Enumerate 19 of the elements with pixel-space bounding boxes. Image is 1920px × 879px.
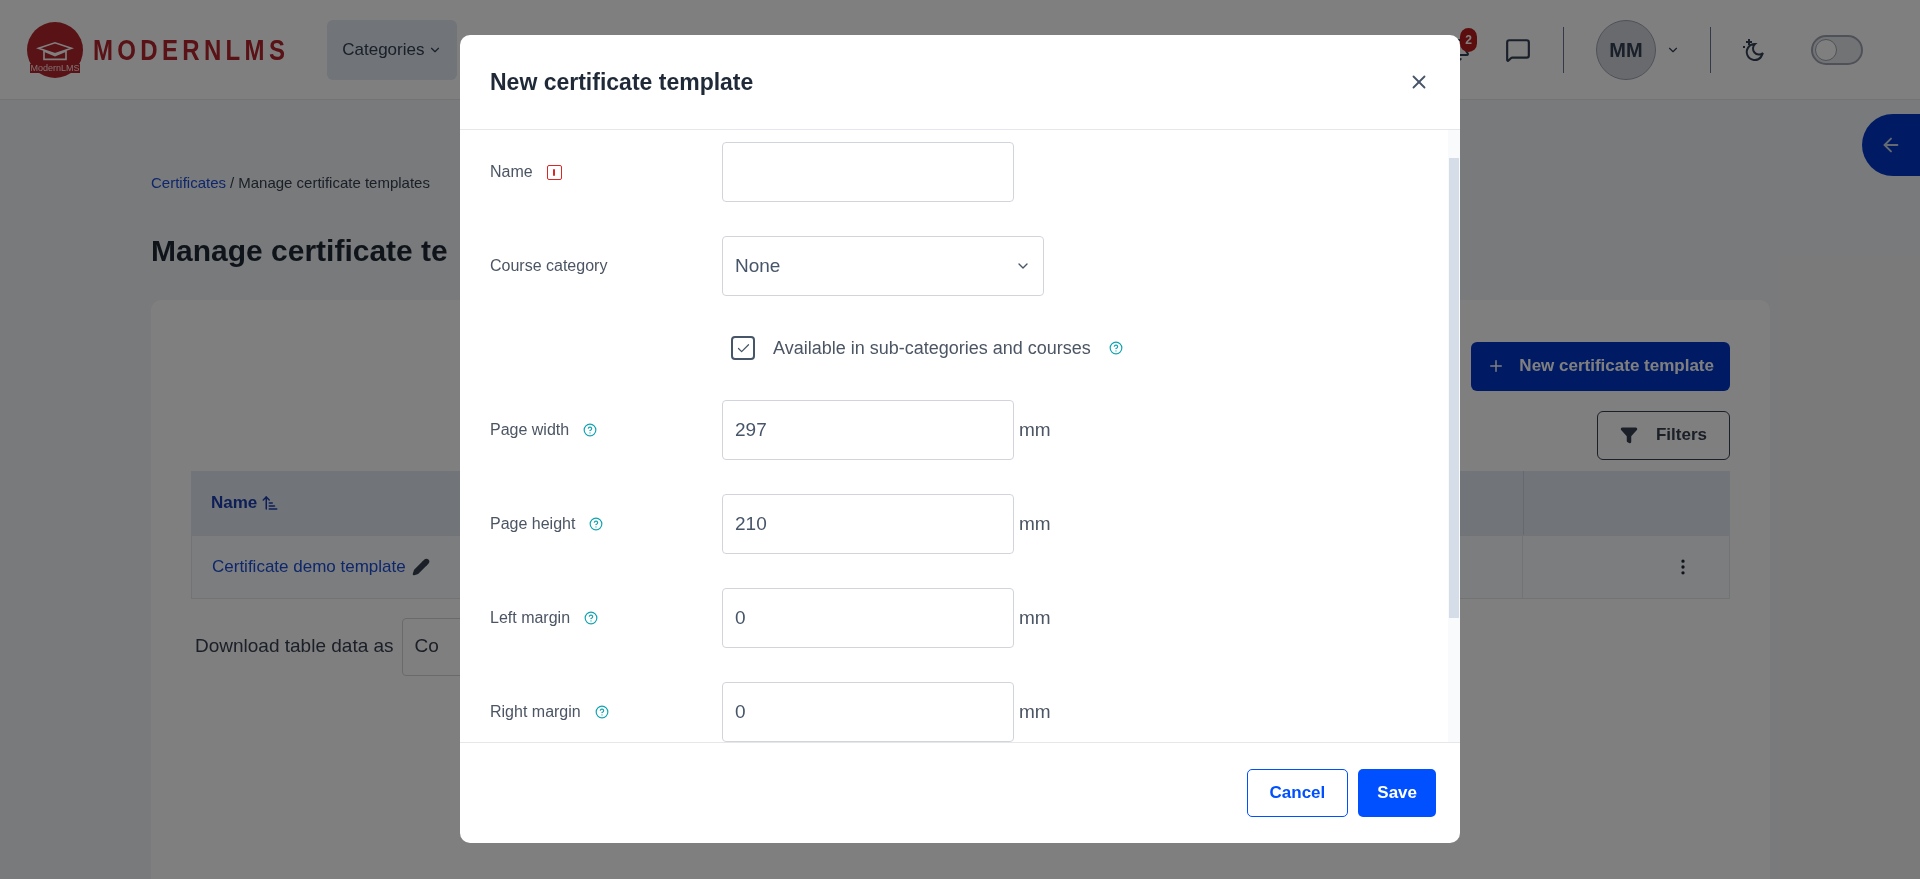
breadcrumb-separator: / — [230, 173, 235, 193]
notification-count-badge: 2 — [1460, 27, 1477, 52]
unit-label: mm — [1019, 511, 1051, 536]
dialog-title: New certificate template — [490, 67, 754, 97]
unit-label: mm — [1019, 699, 1051, 724]
logo-badge-text: ModernLMS — [30, 63, 80, 73]
field-label: Page height — [490, 514, 576, 534]
unit-label: mm — [1019, 417, 1051, 442]
checkbox-label: Available in sub-categories and courses — [773, 336, 1091, 360]
field-label: Page width — [490, 420, 570, 440]
logo-text: MODERNLMS — [93, 31, 290, 68]
page-title: Manage certificate te — [151, 232, 448, 269]
field-label: Right margin — [490, 702, 581, 722]
unit-label: mm — [1019, 605, 1051, 630]
breadcrumb-current: Manage certificate templates — [238, 173, 430, 193]
field-label: Left margin — [490, 608, 571, 628]
download-label: Download table data as — [195, 634, 394, 659]
field-label: Course category — [490, 256, 608, 276]
field-label: Name — [490, 162, 533, 182]
